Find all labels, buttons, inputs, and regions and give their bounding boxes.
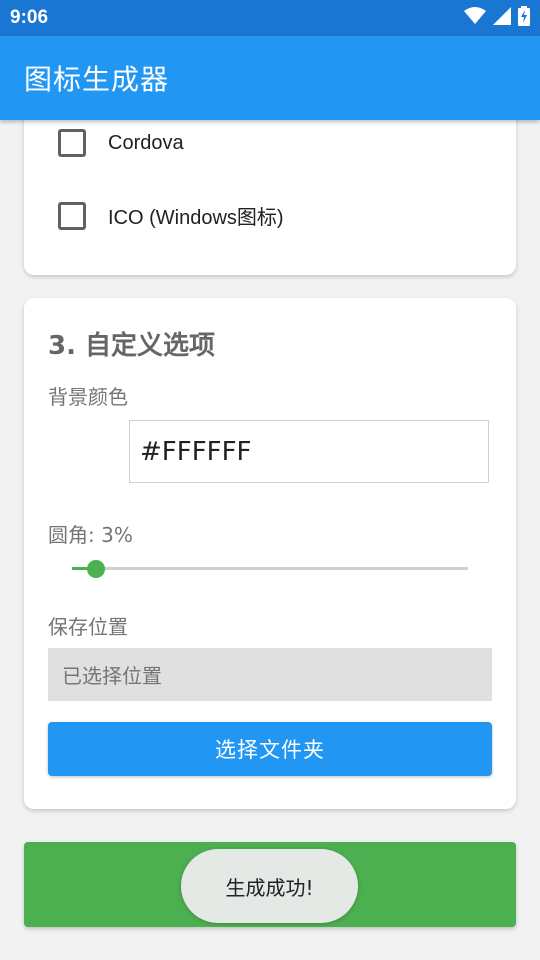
section-title: 3. 自定义选项 <box>48 331 216 361</box>
battery-charging-icon <box>518 6 530 30</box>
cordova-checkbox[interactable] <box>58 129 86 157</box>
status-bar: 9:06 <box>0 0 540 36</box>
slider-track <box>72 567 468 570</box>
wifi-icon <box>464 7 486 29</box>
ico-checkbox[interactable] <box>58 201 86 230</box>
app-title: 图标生成器 <box>24 63 170 96</box>
save-location-label: 保存位置 <box>48 615 128 639</box>
ico-label: ICO (Windows图标) <box>108 207 284 229</box>
custom-options-card: 3. 自定义选项 背景颜色 #FFFFFF 圆角: 3% 保存位置 已选择位置 … <box>24 298 516 809</box>
background-color-label: 背景颜色 <box>48 385 128 409</box>
slider-thumb[interactable] <box>87 560 105 578</box>
platform-option-cordova[interactable]: Cordova <box>58 129 184 157</box>
status-time: 9:06 <box>10 7 49 28</box>
cordova-label: Cordova <box>108 131 184 154</box>
background-color-input[interactable]: #FFFFFF <box>129 420 489 483</box>
signal-icon <box>493 7 511 29</box>
platforms-card: Cordova ICO (Windows图标) <box>24 100 516 275</box>
app-bar: 图标生成器 <box>0 36 540 120</box>
corner-radius-label: 圆角: 3% <box>48 523 133 547</box>
success-toast: 生成成功! <box>181 849 358 923</box>
choose-folder-button[interactable]: 选择文件夹 <box>48 722 492 776</box>
platform-option-ico[interactable]: ICO (Windows图标) <box>58 201 284 230</box>
corner-radius-slider[interactable] <box>72 556 468 582</box>
status-icons <box>464 6 530 30</box>
save-location-field: 已选择位置 <box>48 648 492 701</box>
